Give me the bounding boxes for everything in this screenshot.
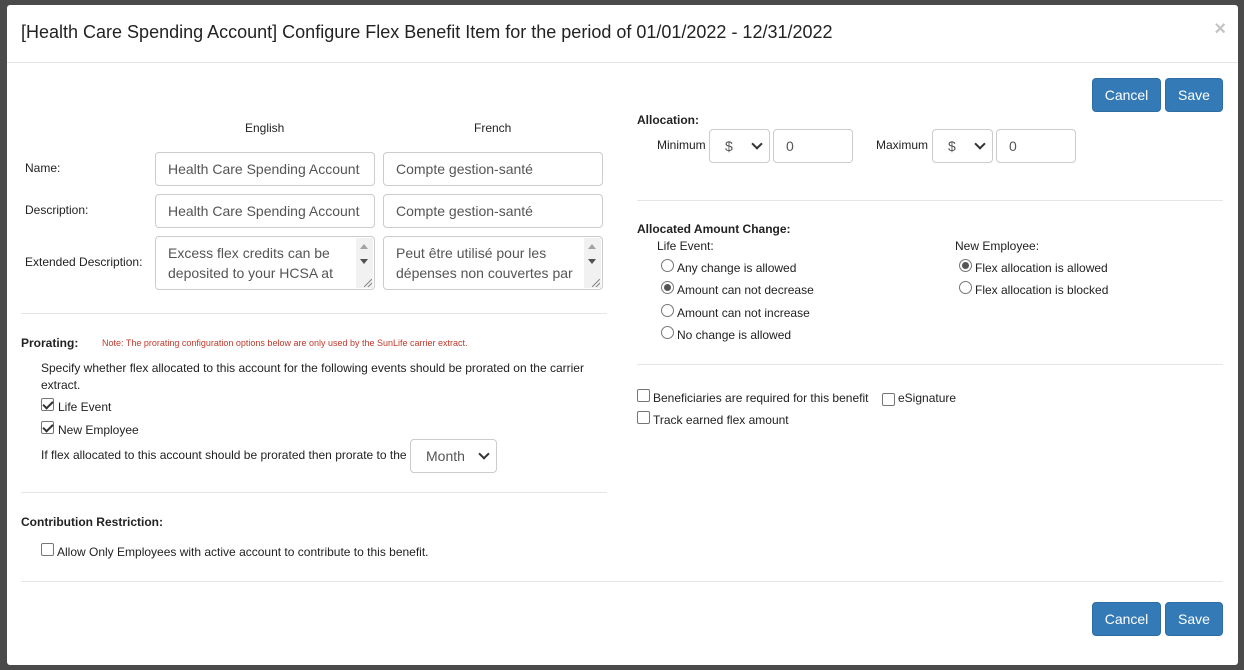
- prorating-heading: Prorating:: [21, 336, 79, 350]
- life-event-radio-label: Amount can not increase: [677, 306, 810, 320]
- new-employee-radio-label: Flex allocation is allowed: [975, 261, 1108, 275]
- divider: [21, 313, 607, 314]
- beneficiaries-required-checkbox[interactable]: [637, 389, 650, 402]
- life-event-radio-no-increase[interactable]: [661, 304, 674, 317]
- extended-description-english-textarea[interactable]: Excess flex credits can be deposited to …: [155, 236, 375, 290]
- save-button-bottom[interactable]: Save: [1165, 602, 1223, 636]
- scroll-up-icon[interactable]: [360, 244, 368, 249]
- save-button-top[interactable]: Save: [1165, 78, 1223, 112]
- minimum-currency-value: $: [725, 138, 733, 154]
- divider: [637, 364, 1223, 365]
- column-header-english: English: [245, 121, 285, 135]
- beneficiaries-required-label: Beneficiaries are required for this bene…: [653, 391, 869, 405]
- track-earned-flex-checkbox[interactable]: [637, 411, 650, 424]
- contribution-restriction-heading: Contribution Restriction:: [21, 515, 163, 529]
- minimum-currency-select[interactable]: $: [709, 129, 770, 163]
- new-employee-heading: New Employee:: [955, 239, 1040, 253]
- extended-description-french-text: Peut être utilisé pour les dépenses non …: [396, 245, 573, 281]
- life-event-checkbox[interactable]: [41, 398, 54, 411]
- scroll-down-icon[interactable]: [588, 259, 596, 264]
- modal-title: [Health Care Spending Account] Configure…: [21, 22, 833, 42]
- esignature-checkbox[interactable]: [882, 393, 895, 406]
- divider: [21, 492, 607, 493]
- life-event-heading: Life Event:: [657, 239, 714, 253]
- divider: [637, 200, 1223, 201]
- footer-divider: [21, 581, 1223, 582]
- prorating-note: Note: The prorating configuration option…: [102, 338, 468, 348]
- allocation-heading: Allocation:: [637, 113, 699, 127]
- life-event-radio-any-change[interactable]: [661, 259, 674, 272]
- allocated-amount-change-heading: Allocated Amount Change:: [637, 222, 791, 236]
- prorate-to-select[interactable]: Month: [410, 439, 497, 473]
- track-earned-flex-label: Track earned flex amount: [653, 413, 789, 427]
- new-employee-checkbox-label: New Employee: [58, 423, 139, 437]
- esignature-label: eSignature: [898, 391, 957, 405]
- resize-grip-icon[interactable]: [364, 279, 372, 287]
- chevron-down-icon: [478, 448, 490, 460]
- maximum-label: Maximum: [876, 138, 929, 152]
- prorating-description-line1: Specify whether flex allocated to this a…: [41, 361, 584, 375]
- life-event-radio-label: No change is allowed: [677, 328, 792, 342]
- prorate-to-select-value: Month: [426, 448, 465, 464]
- extended-description-label: Extended Description:: [25, 255, 143, 269]
- new-employee-checkbox[interactable]: [41, 421, 54, 434]
- allow-active-account-checkbox[interactable]: [41, 543, 54, 556]
- prorate-to-label: If flex allocated to this account should…: [41, 448, 407, 462]
- scroll-down-icon[interactable]: [360, 259, 368, 264]
- prorating-description-line2: extract.: [41, 378, 81, 392]
- description-label: Description:: [25, 203, 89, 217]
- column-header-french: French: [474, 121, 512, 135]
- extended-description-french-textarea[interactable]: Peut être utilisé pour les dépenses non …: [383, 236, 603, 290]
- life-event-radio-label: Any change is allowed: [677, 261, 797, 275]
- cancel-button-bottom[interactable]: Cancel: [1092, 602, 1161, 636]
- description-french-input[interactable]: Compte gestion-santé: [383, 194, 603, 228]
- allow-active-account-label: Allow Only Employees with active account…: [57, 545, 429, 559]
- minimum-label: Minimum: [657, 138, 706, 152]
- resize-grip-icon[interactable]: [592, 279, 600, 287]
- cancel-button-top[interactable]: Cancel: [1092, 78, 1161, 112]
- chevron-down-icon: [974, 138, 986, 150]
- scroll-up-icon[interactable]: [588, 244, 596, 249]
- new-employee-radio-label: Flex allocation is blocked: [975, 283, 1109, 297]
- name-english-input[interactable]: Health Care Spending Account: [155, 152, 375, 186]
- modal-header: [Health Care Spending Account] Configure…: [7, 5, 1238, 63]
- extended-description-english-text: Excess flex credits can be deposited to …: [168, 245, 333, 281]
- life-event-radio-no-change[interactable]: [661, 326, 674, 339]
- configure-flex-benefit-modal: [Health Care Spending Account] Configure…: [7, 5, 1238, 665]
- life-event-radio-no-decrease[interactable]: [661, 281, 674, 294]
- life-event-checkbox-label: Life Event: [58, 400, 112, 414]
- new-employee-radio-blocked[interactable]: [959, 281, 972, 294]
- name-label: Name:: [25, 161, 61, 175]
- name-french-input[interactable]: Compte gestion-santé: [383, 152, 603, 186]
- new-employee-radio-allowed[interactable]: [959, 259, 972, 272]
- life-event-radio-label: Amount can not decrease: [677, 283, 814, 297]
- chevron-down-icon: [751, 138, 763, 150]
- close-icon[interactable]: ×: [1214, 18, 1226, 41]
- minimum-amount-input[interactable]: 0: [773, 129, 853, 163]
- description-english-input[interactable]: Health Care Spending Account: [155, 194, 375, 228]
- maximum-currency-select[interactable]: $: [932, 129, 993, 163]
- maximum-currency-value: $: [948, 138, 956, 154]
- maximum-amount-input[interactable]: 0: [996, 129, 1076, 163]
